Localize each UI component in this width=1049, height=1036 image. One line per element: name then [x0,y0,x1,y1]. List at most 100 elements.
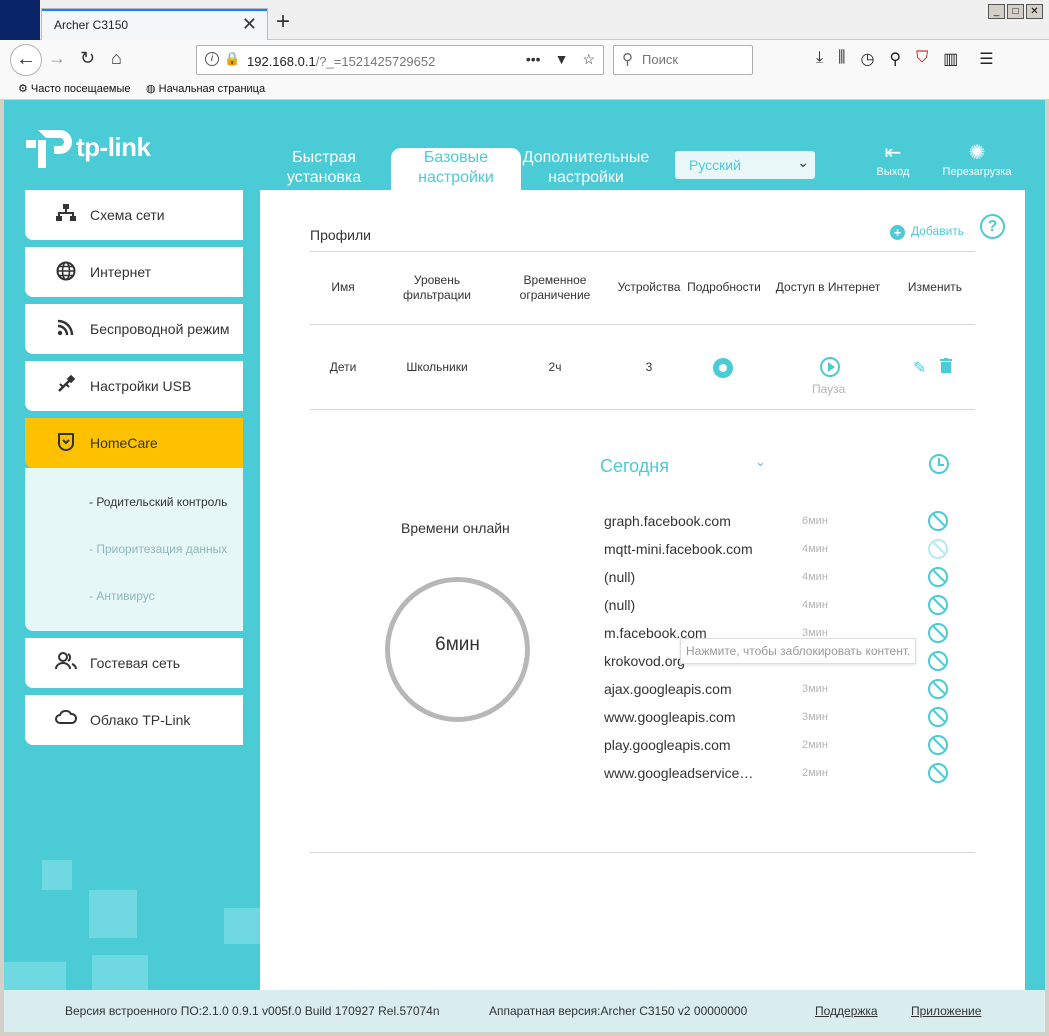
url-text[interactable]: 192.168.0.1/?_=1521425729652 [247,54,435,69]
sidebar-item-cloud[interactable]: Облако TP-Link [25,695,243,745]
sidebar-item-label: Облако TP-Link [90,712,191,728]
header-line: Временное [523,273,587,287]
period-select[interactable]: Сегодня [600,456,669,477]
pocket-icon[interactable]: ▼ [555,51,569,68]
block-icon[interactable] [928,679,948,699]
help-icon[interactable]: ? [980,214,1005,239]
info-icon[interactable]: i [205,52,219,66]
sidebar-item-internet[interactable]: Интернет [25,247,243,297]
reboot-icon: ✺ [968,142,986,164]
network-map-icon [55,204,77,227]
edit-icon[interactable]: ✎ [913,358,926,378]
decor-square [92,955,148,990]
library-icon[interactable]: ⫼ [838,49,845,69]
sidebar-item-usb[interactable]: Настройки USB [25,361,243,411]
bookmark-star-icon[interactable]: ☆ [582,51,595,68]
block-icon[interactable] [928,763,948,783]
bookmark-most-visited[interactable]: ⚙ Часто посещаемые [18,82,131,95]
sidebar-item-wireless[interactable]: Беспроводной режим [25,304,243,354]
page-actions-icon[interactable]: ••• [526,51,541,68]
insecure-lock-icon[interactable]: 🔒 [224,51,240,67]
minimize-icon[interactable]: _ [988,4,1005,19]
close-window-icon[interactable]: ✕ [1026,4,1043,19]
domain-row: www.googleadservice… 2мин [604,762,954,784]
tab-quick-setup[interactable]: Быстрая установка [259,148,389,190]
sidebar-item-guest-network[interactable]: Гостевая сеть [25,638,243,688]
url-bar[interactable]: i 🔒 192.168.0.1/?_=1521425729652 ••• ▼ ☆ [196,45,604,75]
zoom-icon[interactable]: ⚲ [889,49,901,69]
block-icon[interactable] [928,735,948,755]
tab-label-line: установка [286,169,362,186]
reload-icon[interactable]: ↻ [80,48,95,69]
domain-name: krokovod.org [604,653,685,669]
sidebar-item-homecare[interactable]: HomeCare [25,418,243,468]
sidebar-item-label: Гостевая сеть [90,655,181,671]
online-time-value: 6мин [435,634,480,655]
browser-navbar: ← → ↻ ⌂ i 🔒 192.168.0.1/?_=1521425729652… [0,40,1049,80]
tab-accent [42,9,267,11]
play-icon[interactable] [820,357,840,377]
browser-tab[interactable]: Archer C3150 ✕ [41,8,268,40]
domain-name: mqtt-mini.facebook.com [604,541,753,557]
page-footer: Версия встроенного ПО:2.1.0 0.9.1 v005f.… [4,990,1045,1032]
decor-square [89,890,137,938]
wireless-icon [55,318,77,341]
domain-name: (null) [604,569,636,585]
sidebar-item-label: Схема сети [90,207,165,223]
submenu-qos[interactable]: - Приоритезация данных [89,542,227,556]
search-icon: ⚲ [622,51,633,68]
details-eye-icon[interactable] [713,358,733,378]
bookmark-start-page[interactable]: ◍ Начальная страница [146,82,265,95]
bookmark-label: Часто посещаемые [30,83,131,95]
new-tab-icon[interactable]: + [276,8,290,36]
app-link[interactable]: Приложение [911,1004,981,1018]
divider [310,324,975,325]
history-clock-icon[interactable] [929,454,949,474]
maximize-icon[interactable]: □ [1007,4,1024,19]
domain-row: graph.facebook.com 6мин [604,510,954,532]
block-icon[interactable] [928,539,948,559]
block-tooltip: Нажмите, чтобы заблокировать контент. [680,638,917,664]
sidebar-item-label: Беспроводной режим [90,321,230,337]
sidebar-item-label: Интернет [90,264,152,280]
domain-row: mqtt-mini.facebook.com 4мин [604,538,954,560]
chevron-down-icon[interactable]: ⌄ [755,454,766,470]
block-icon[interactable] [928,651,948,671]
tab-advanced-settings[interactable]: Дополнительные настройки [521,148,651,190]
tab-label-line: настройки [418,169,494,186]
domain-row: (null) 4мин [604,566,954,588]
profile-name: Дети [329,360,357,374]
downloads-icon[interactable]: ⤓ [816,49,823,69]
sidebar-icon[interactable]: ▥ [943,49,958,69]
add-profile-button[interactable]: + Добавить [890,224,964,240]
homecare-submenu: - Родительский контроль - Приоритезация … [25,468,243,631]
support-link[interactable]: Поддержка [815,1004,878,1018]
trash-icon[interactable] [940,358,952,373]
header-line: ограничение [519,288,591,302]
ublock-icon[interactable]: ⛉ [916,49,928,69]
online-time-ring: 6мин [385,577,530,722]
sidebar-item-network-map[interactable]: Схема сети [25,190,243,240]
tab-close-icon[interactable]: ✕ [242,14,257,35]
search-box[interactable]: ⚲ [613,45,753,75]
forward-icon[interactable]: → [48,48,66,69]
home-icon[interactable]: ⌂ [111,48,122,69]
history-icon[interactable]: ◷ [860,49,874,69]
submenu-antivirus[interactable]: - Антивирус [89,589,155,603]
logout-button[interactable]: ⇤ Выход [871,140,915,178]
block-icon[interactable] [928,567,948,587]
submenu-parental-control[interactable]: - Родительский контроль [89,495,227,509]
language-select[interactable]: Русский ⌄ [675,151,815,179]
reboot-button[interactable]: ✺ Перезагрузка [942,140,1012,178]
block-icon[interactable] [928,623,948,643]
back-icon[interactable]: ← [10,44,42,76]
menu-icon[interactable]: ☰ [979,49,993,69]
tab-basic-settings[interactable]: Базовые настройки [391,148,521,190]
col-header-details: Подробности [687,280,761,294]
block-icon[interactable] [928,511,948,531]
search-input[interactable] [642,52,747,67]
plus-icon: + [890,225,905,240]
usb-icon [55,374,77,398]
block-icon[interactable] [928,595,948,615]
block-icon[interactable] [928,707,948,727]
